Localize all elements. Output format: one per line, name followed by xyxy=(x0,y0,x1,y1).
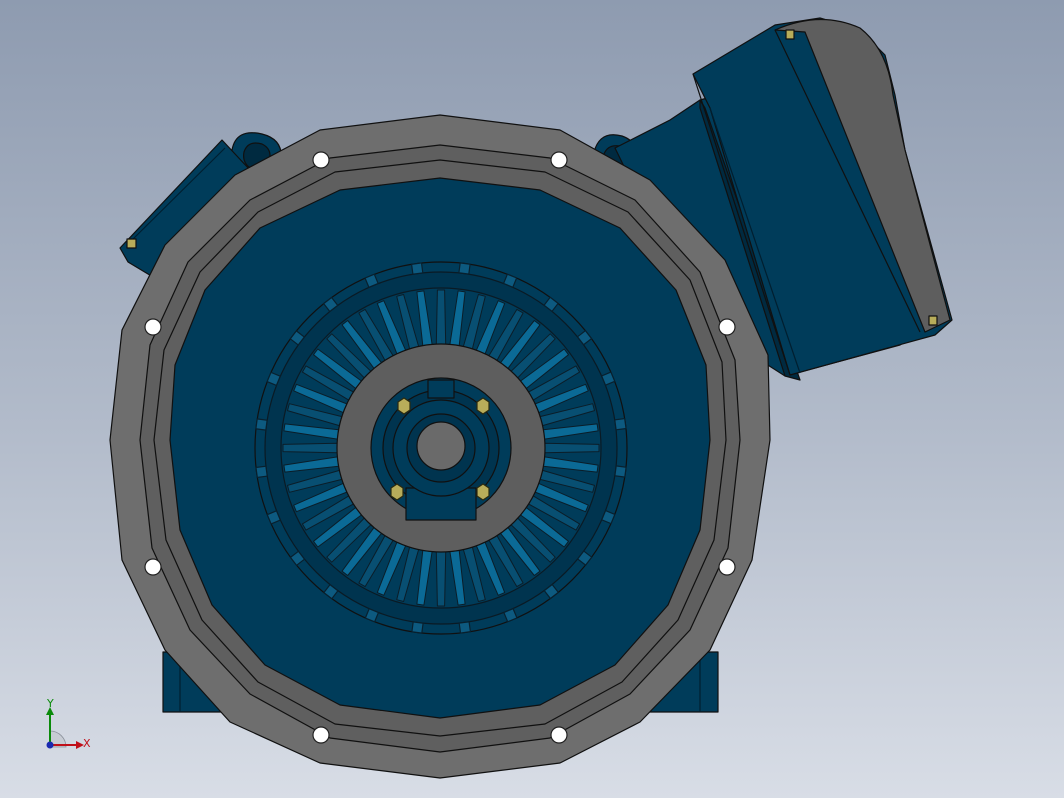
shroud-tab xyxy=(458,262,471,275)
motor-model-view[interactable] xyxy=(0,0,1064,798)
x-axis-label: X xyxy=(83,737,91,750)
fan-blade xyxy=(435,551,447,607)
y-axis-label: Y xyxy=(47,697,54,710)
cad-viewport[interactable]: Y X xyxy=(0,0,1064,798)
fan-blade xyxy=(435,289,447,345)
shroud-tab xyxy=(614,417,627,431)
shroud-tab xyxy=(410,262,424,275)
shroud-tab xyxy=(614,465,627,478)
shroud-tab xyxy=(458,621,472,634)
shroud-tab xyxy=(411,621,424,634)
motor-shaft xyxy=(416,421,466,471)
fan-blade xyxy=(544,442,600,454)
shroud-tab xyxy=(255,465,268,479)
fan-blade xyxy=(282,442,338,454)
shroud-tab xyxy=(255,418,268,431)
coordinate-axis-triad-icon xyxy=(46,707,84,749)
coordinate-triad: Y X xyxy=(30,695,110,765)
